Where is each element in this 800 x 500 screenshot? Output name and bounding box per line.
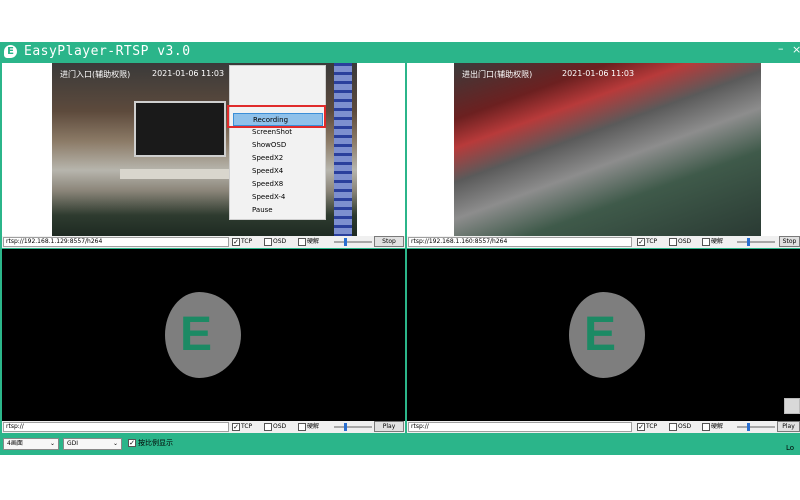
menu-item-speedx8[interactable]: SpeedX8	[230, 178, 325, 191]
ratio-label: 按比例显示	[138, 439, 173, 447]
tcp-checkbox-2[interactable]: ✓	[637, 238, 645, 246]
volume-thumb-2[interactable]	[747, 238, 750, 246]
easyplayer-logo-icon: E	[165, 292, 241, 378]
renderer-select-value: GDI	[67, 440, 79, 447]
menu-item-speedx-4[interactable]: SpeedX-4	[230, 191, 325, 204]
control-bar-3: rtsp:// ✓ TCP OSD 硬解 Play	[2, 421, 405, 433]
volume-thumb-1[interactable]	[344, 238, 347, 246]
hw-decode-label-3: 硬解	[307, 423, 320, 430]
control-bar-4: rtsp:// ✓ TCP OSD 硬解 Play	[407, 421, 800, 433]
osd-label-4: OSD	[678, 423, 692, 430]
video-pane-3[interactable]: E	[2, 249, 405, 421]
tcp-label-2: TCP	[646, 238, 658, 245]
osd-text-left-1: 进门入口(辅助权限)	[60, 70, 131, 79]
tcp-label-1: TCP	[241, 238, 253, 245]
window-title: EasyPlayer-RTSP v3.0	[24, 44, 191, 59]
volume-thumb-4[interactable]	[747, 423, 750, 431]
osd-label-2: OSD	[678, 238, 692, 245]
volume-slider-1[interactable]	[334, 241, 372, 243]
hw-decode-checkbox-1[interactable]	[298, 238, 306, 246]
layout-select-value: 4画面	[7, 440, 23, 447]
osd-time-2: 2021-01-06 11:03	[562, 69, 635, 78]
menu-item-showosd[interactable]: ShowOSD	[230, 139, 325, 152]
video-pane-2[interactable]: 进出门口(辅助权限) 2021-01-06 11:03	[407, 63, 800, 236]
side-text: Lo	[786, 444, 795, 452]
video-pane-1[interactable]: 进门入口(辅助权限) 2021-01-06 11:03	[2, 63, 405, 236]
renderer-select[interactable]: GDI ⌄	[63, 438, 122, 450]
tcp-checkbox-4[interactable]: ✓	[637, 423, 645, 431]
minimize-button[interactable]: –	[778, 42, 784, 55]
control-bar-1: rtsp://192.168.1.129:8557/h264 ✓ TCP OSD…	[2, 236, 405, 248]
video-pane-4[interactable]: E	[407, 249, 800, 421]
url-input-1[interactable]: rtsp://192.168.1.129:8557/h264	[3, 237, 229, 247]
tcp-label-3: TCP	[241, 423, 253, 430]
layout-select[interactable]: 4画面 ⌄	[3, 438, 59, 450]
video-frame-2: 进出门口(辅助权限) 2021-01-06 11:03	[454, 63, 761, 236]
chevron-down-icon: ⌄	[49, 440, 55, 447]
url-input-4[interactable]: rtsp://	[408, 422, 632, 432]
hw-decode-checkbox-2[interactable]	[702, 238, 710, 246]
url-input-2[interactable]: rtsp://192.168.1.160:8557/h264	[408, 237, 632, 247]
osd-text-left-2: 进出门口(辅助权限)	[462, 70, 533, 79]
url-input-3[interactable]: rtsp://	[3, 422, 229, 432]
annotation-highlight-box	[227, 105, 326, 128]
volume-slider-3[interactable]	[334, 426, 372, 428]
bottom-toolbar: 4画面 ⌄ GDI ⌄ ✓ 按比例显示	[0, 434, 800, 455]
osd-checkbox-1[interactable]	[264, 238, 272, 246]
osd-time-1: 2021-01-06 11:03	[152, 69, 225, 78]
play-button-3[interactable]: Play	[374, 421, 404, 432]
osd-label-3: OSD	[273, 423, 287, 430]
osd-checkbox-2[interactable]	[669, 238, 677, 246]
logo-letter: E	[584, 308, 617, 361]
ratio-checkbox[interactable]: ✓	[128, 439, 136, 447]
hw-decode-label-1: 硬解	[307, 238, 320, 245]
tcp-checkbox-1[interactable]: ✓	[232, 238, 240, 246]
tcp-label-4: TCP	[646, 423, 658, 430]
app-window: E EasyPlayer-RTSP v3.0 – × 进门入口(辅助权限) 20…	[0, 42, 800, 455]
easyplayer-logo-icon: E	[569, 292, 645, 378]
osd-checkbox-4[interactable]	[669, 423, 677, 431]
menu-item-speedx2[interactable]: SpeedX2	[230, 152, 325, 165]
hw-decode-label-4: 硬解	[711, 423, 724, 430]
hw-decode-checkbox-4[interactable]	[702, 423, 710, 431]
stop-button-1[interactable]: Stop	[374, 236, 404, 247]
control-bar-2: rtsp://192.168.1.160:8557/h264 ✓ TCP OSD…	[407, 236, 800, 248]
side-panel-icon[interactable]	[784, 398, 800, 414]
hw-decode-label-2: 硬解	[711, 238, 724, 245]
osd-checkbox-3[interactable]	[264, 423, 272, 431]
title-bar: E EasyPlayer-RTSP v3.0 – ×	[0, 42, 800, 61]
menu-item-speedx4[interactable]: SpeedX4	[230, 165, 325, 178]
logo-letter: E	[180, 308, 213, 361]
volume-slider-2[interactable]	[737, 241, 775, 243]
context-menu: Recording ScreenShot ShowOSD SpeedX2 Spe…	[229, 65, 326, 220]
volume-slider-4[interactable]	[737, 426, 775, 428]
tcp-checkbox-3[interactable]: ✓	[232, 423, 240, 431]
close-button[interactable]: ×	[792, 43, 800, 56]
stop-button-2[interactable]: Stop	[779, 236, 800, 247]
rack-shape	[334, 63, 352, 236]
osd-label-1: OSD	[273, 238, 287, 245]
play-button-4[interactable]: Play	[777, 421, 800, 432]
volume-thumb-3[interactable]	[344, 423, 347, 431]
menu-item-pause[interactable]: Pause	[230, 204, 325, 217]
hw-decode-checkbox-3[interactable]	[298, 423, 306, 431]
chevron-down-icon: ⌄	[112, 440, 118, 447]
monitor-shape	[134, 101, 226, 157]
app-logo-icon: E	[4, 45, 17, 58]
